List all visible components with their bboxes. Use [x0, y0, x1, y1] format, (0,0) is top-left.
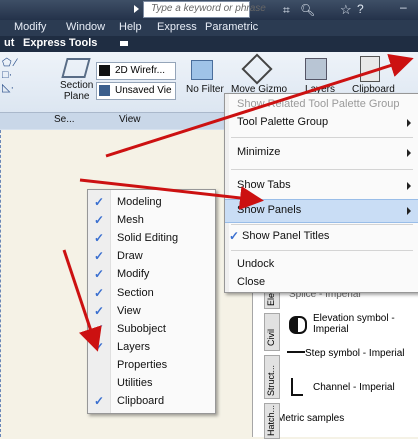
panel-item-clipboard[interactable]: ✓ Clipboard [88, 393, 215, 411]
palette-tab-hatch[interactable]: Hatch... [264, 403, 280, 439]
panel-view-label[interactable]: View [119, 114, 141, 125]
menu-item-minimize[interactable]: Minimize [225, 142, 418, 164]
help-icon[interactable]: ? [357, 2, 364, 16]
elevation-symbol-icon [289, 316, 307, 334]
checkmark-icon: ✓ [94, 267, 105, 282]
minimize-icon[interactable]: – [400, 0, 407, 14]
panel-item-label: Mesh [117, 214, 144, 227]
menu-express[interactable]: Express [157, 21, 197, 33]
panel-item-mesh[interactable]: ✓ Mesh [88, 212, 215, 230]
section-plane-label[interactable]: Section Plane [60, 80, 93, 102]
panel-item-label: Section [117, 286, 154, 299]
panel-se-label[interactable]: Se... [54, 114, 75, 125]
panel-item-solid-editing[interactable]: ✓ Solid Editing [88, 230, 215, 248]
view-icon [99, 85, 110, 96]
checkmark-icon: ✓ [229, 229, 240, 243]
channel-icon [291, 378, 303, 396]
menu-modify[interactable]: Modify [14, 21, 46, 33]
menu-help[interactable]: Help [119, 21, 142, 33]
checkmark-icon: ✓ [94, 339, 105, 354]
palette-item-elevation[interactable]: Elevation symbol - Imperial [313, 313, 413, 335]
panel-toggle-icon[interactable] [120, 41, 128, 46]
show-panels-submenu: ✓ Modeling ✓ Mesh ✓ Solid Editing ✓ Draw ✓ Modify… [87, 189, 216, 414]
panel-item-label: Properties [117, 358, 168, 371]
panel-item-modify[interactable]: ✓ Modify [88, 266, 215, 284]
panel-item-label: Layers [117, 340, 151, 353]
submenu-arrow-icon [407, 207, 411, 215]
canvas-left-border [0, 130, 2, 437]
menu-parametric[interactable]: Parametric [205, 21, 258, 33]
panel-item-label: Modify [117, 268, 150, 281]
checkmark-icon: ✓ [94, 249, 105, 264]
search-input[interactable]: Type a keyword or phrase [143, 1, 266, 18]
palette-tab-civil[interactable]: Civil [264, 313, 280, 351]
ribbon-tab-bar: ut Express Tools [0, 36, 418, 52]
panel-item-draw[interactable]: ✓ Draw [88, 248, 215, 266]
panel-item-label: Modeling [117, 196, 162, 208]
section-plane-icon[interactable] [61, 58, 91, 78]
palette-item-step[interactable]: Step symbol - Imperial [305, 348, 404, 359]
palette-context-menu: Show Related Tool Palette Group Tool Pal… [224, 93, 418, 293]
wireframe-swatch-icon [99, 65, 110, 76]
checkmark-icon: ✓ [94, 285, 105, 300]
submenu-arrow-icon [407, 149, 411, 157]
submenu-arrow-icon [407, 119, 411, 127]
panel-item-modeling[interactable]: ✓ Modeling [88, 194, 215, 212]
menu-item-show-panel-titles[interactable]: ✓ Show Panel Titles [225, 226, 418, 248]
panel-item-utilities[interactable]: Utilities [88, 375, 215, 393]
key-icon[interactable]: 🔍︎ [300, 3, 315, 17]
palette-tab-struct[interactable]: Struct... [264, 355, 280, 399]
panel-item-label: Draw [117, 250, 143, 263]
checkmark-icon: ✓ [94, 394, 105, 409]
palette-item-metric[interactable]: Metric samples [277, 413, 344, 424]
clipboard-icon[interactable] [360, 56, 380, 82]
menu-item-show-panels[interactable]: Show Panels [225, 199, 418, 223]
tab-express-tools[interactable]: Express Tools [23, 37, 97, 49]
menu-bar: Modify Window Help Express Parametric [0, 20, 418, 36]
draw-tools-icon[interactable]: ⬠ ⁄ □· ◺· [2, 56, 28, 96]
no-filter-label[interactable]: No Filter [186, 84, 224, 95]
checkmark-icon: ✓ [94, 231, 105, 246]
panel-item-subobject[interactable]: ✓ Subobject [88, 321, 215, 339]
checkmark-icon: ✓ [94, 303, 105, 318]
menu-separator [231, 169, 413, 170]
panel-item-label: Utilities [117, 377, 153, 389]
menu-item-show-tabs[interactable]: Show Tabs [225, 175, 418, 197]
menu-item-tool-palette-group[interactable]: Tool Palette Group [225, 112, 418, 134]
menu-separator [231, 250, 413, 251]
panel-item-label: View [117, 304, 141, 317]
menu-window[interactable]: Window [66, 21, 105, 33]
step-symbol-icon [287, 351, 305, 358]
panel-item-section[interactable]: ✓ Section [88, 285, 215, 303]
checkmark-icon: ✓ [94, 213, 105, 228]
panel-item-view[interactable]: ✓ View [88, 303, 215, 321]
star-icon[interactable]: ☆ [340, 2, 352, 18]
gizmo-icon[interactable] [241, 53, 273, 85]
panel-item-label: Clipboard [117, 395, 165, 408]
panel-item-label: Solid Editing [117, 232, 179, 245]
palette-item-channel[interactable]: Channel - Imperial [313, 382, 395, 393]
checkmark-icon: ✓ [94, 321, 105, 336]
checkmark-icon: ✓ [94, 195, 105, 209]
menu-separator [231, 224, 413, 225]
panel-item-label: Subobject [117, 322, 166, 335]
panel-item-properties[interactable]: Properties [88, 357, 215, 375]
box-3d-icon[interactable] [191, 60, 213, 80]
tab-layout[interactable]: ut [4, 37, 14, 49]
panel-item-layers[interactable]: ✓ Layers [88, 339, 215, 357]
menu-item-close[interactable]: Close [225, 272, 418, 294]
menu-separator [231, 137, 413, 138]
binoculars-icon[interactable]: ⌗ [283, 3, 290, 18]
submenu-arrow-icon [407, 182, 411, 190]
help-arrow-icon[interactable] [134, 5, 139, 13]
layers-icon[interactable] [305, 58, 327, 80]
title-bar: Type a keyword or phrase ⌗ 🔍︎ ☆ ? – [0, 0, 418, 20]
